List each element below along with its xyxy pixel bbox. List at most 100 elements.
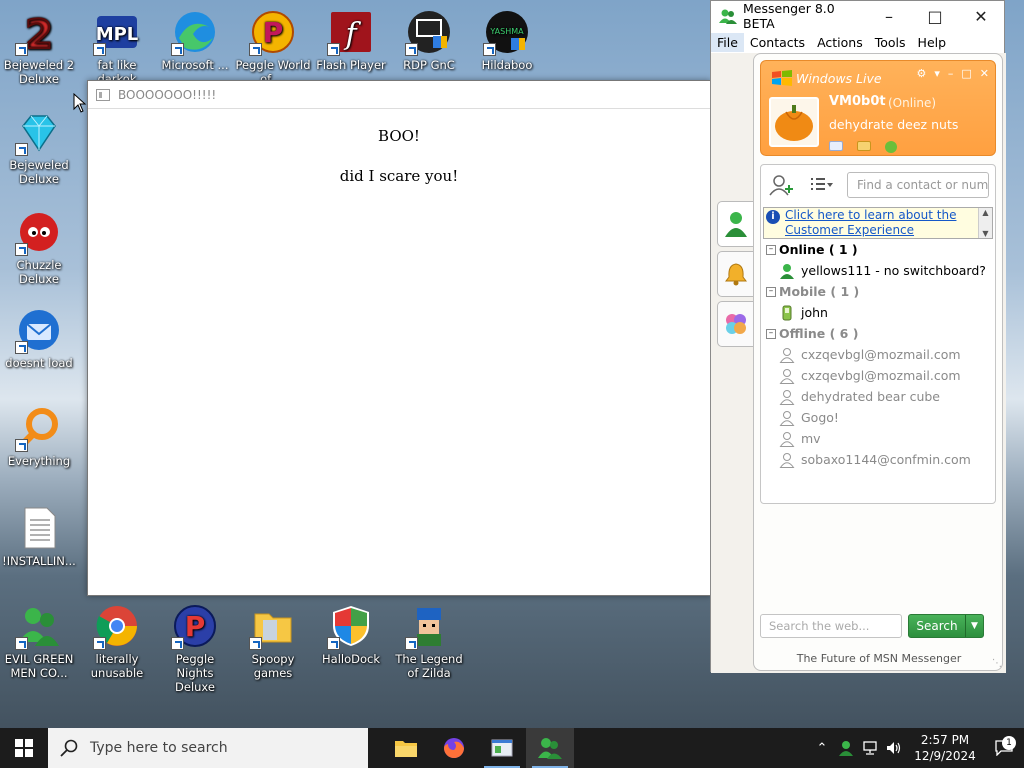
notification-center-button[interactable]: 1 <box>984 736 1024 756</box>
system-tray: ⌃ 2:57 PM 12/9/2024 1 <box>810 728 1024 768</box>
taskbar-search-box[interactable]: Type here to search <box>48 728 368 768</box>
contact-item[interactable]: mv <box>761 428 995 449</box>
chrome-icon <box>93 602 141 650</box>
contact-item[interactable]: Gogo! <box>761 407 995 428</box>
tab-alerts[interactable] <box>717 251 753 297</box>
desktop-icon-spoopy-games[interactable]: Spoopy games <box>235 602 311 680</box>
desktop-icon-chuzzle-deluxe[interactable]: Chuzzle Deluxe <box>1 208 77 286</box>
status-label[interactable]: (Online) <box>888 96 936 110</box>
desktop-icon-peggle-world[interactable]: P Peggle World of ... <box>235 8 311 86</box>
customer-experience-notice: i Click here to learn about the Customer… <box>763 207 993 239</box>
group-offline[interactable]: – Offline ( 6 ) <box>761 323 995 344</box>
collapse-icon[interactable]: – <box>766 328 776 339</box>
desktop-icon-literally-unusable[interactable]: literally unusable <box>79 602 155 680</box>
desktop-icon-flash-player[interactable]: f Flash Player <box>313 8 389 72</box>
menu-contacts[interactable]: Contacts <box>744 33 811 52</box>
offline-buddy-icon <box>779 410 795 426</box>
firefox-icon <box>444 738 464 758</box>
contact-item[interactable]: cxzqevbgl@mozmail.com <box>761 344 995 365</box>
info-icon: i <box>766 210 780 224</box>
web-search-input[interactable]: Search the web... <box>760 614 902 638</box>
desktop-icon-legend-of-zilda[interactable]: The Legend of Zilda <box>391 602 467 680</box>
messenger-tray-icon[interactable] <box>834 740 858 756</box>
boo-window[interactable]: BOOOOOOO!!!!! BOO! did I scare you! <box>87 80 711 596</box>
desktop-icon-evil-green-men[interactable]: EVIL GREEN MEN CO... <box>1 602 77 680</box>
taskbar-firefox[interactable] <box>430 728 478 768</box>
messenger-titlebar[interactable]: Messenger 8.0 BETA – □ ✕ <box>711 1 1004 31</box>
chevron-down-icon[interactable]: ▼ <box>965 615 983 637</box>
maximize-button[interactable]: □ <box>912 1 958 31</box>
menu-file[interactable]: File <box>711 32 744 52</box>
contact-item[interactable]: dehydrated bear cube <box>761 386 995 407</box>
minimize-button[interactable]: – <box>866 1 912 31</box>
menu-tools[interactable]: Tools <box>869 33 912 52</box>
shield-icon <box>327 602 375 650</box>
personal-message[interactable]: dehydrate deez nuts <box>829 117 958 132</box>
chuzzle-icon <box>15 208 63 256</box>
taskbar: Type here to search ⌃ 2:57 PM 12/9/2024 <box>0 728 1024 768</box>
menu-help[interactable]: Help <box>912 33 953 52</box>
xbox-icon[interactable] <box>885 141 897 153</box>
contact-item[interactable]: sobaxo1144@confmin.com <box>761 449 995 470</box>
contact-item[interactable]: yellows111 - no switchboard? <box>761 260 995 281</box>
desktop-icon-bejeweled-deluxe[interactable]: Bejeweled Deluxe <box>1 108 77 186</box>
clock-time: 2:57 PM <box>920 733 970 747</box>
display-name[interactable]: VM0b0t <box>829 94 886 109</box>
desktop-icon-rdp-gnc[interactable]: RDP GnC <box>391 8 467 72</box>
taskbar-window-app[interactable] <box>478 728 526 768</box>
start-button[interactable] <box>0 728 48 768</box>
contact-search-input[interactable]: Find a contact or numbe <box>847 172 989 198</box>
notice-scrollbar[interactable]: ▲ ▼ <box>978 208 992 238</box>
collapse-icon[interactable]: – <box>766 286 776 297</box>
desktop-icon-microsoft-edge[interactable]: Microsoft ... <box>157 8 233 72</box>
desktop-icon-installing[interactable]: !INSTALLIN... <box>1 504 77 568</box>
contact-item[interactable]: john <box>761 302 995 323</box>
folder-icon[interactable] <box>857 141 871 151</box>
taskbar-file-explorer[interactable] <box>382 728 430 768</box>
chevron-down-icon[interactable]: ▾ <box>934 67 940 80</box>
desktop-icon-peggle-nights[interactable]: P Peggle Nights Deluxe <box>157 602 233 694</box>
mail-icon[interactable] <box>829 141 843 151</box>
collapse-icon[interactable]: – <box>766 244 776 255</box>
svg-text:P: P <box>185 610 206 643</box>
taskbar-messenger[interactable] <box>526 728 574 768</box>
volume-icon[interactable] <box>882 741 906 755</box>
contact-item[interactable]: cxzqevbgl@mozmail.com <box>761 365 995 386</box>
messenger-window[interactable]: Messenger 8.0 BETA – □ ✕ File Contacts A… <box>710 0 1006 673</box>
group-online[interactable]: – Online ( 1 ) <box>761 239 995 260</box>
spaces-butterfly-icon <box>725 314 746 334</box>
close-icon[interactable]: ✕ <box>980 67 989 80</box>
boo-window-titlebar[interactable]: BOOOOOOO!!!!! <box>88 81 710 109</box>
window-icon <box>96 88 110 101</box>
chevron-up-icon[interactable]: ⌃ <box>810 741 834 756</box>
desktop-icon-doesnt-load[interactable]: doesnt load <box>1 306 77 370</box>
clock[interactable]: 2:57 PM 12/9/2024 <box>906 732 984 764</box>
search-button[interactable]: Search ▼ <box>908 614 984 638</box>
list-view-icon[interactable] <box>809 176 833 194</box>
desktop-icon-fat-like-darkok[interactable]: MPL fat like darkok <box>79 8 155 86</box>
avatar[interactable] <box>769 97 819 147</box>
close-button[interactable]: ✕ <box>958 1 1004 31</box>
window-restore-icon[interactable]: □ <box>961 67 971 80</box>
customer-experience-link[interactable]: Click here to learn about the Customer E… <box>785 208 978 238</box>
web-search-bar: Search the web... Search ▼ <box>760 614 996 640</box>
svg-text:P: P <box>263 16 284 49</box>
tab-contacts[interactable] <box>717 201 753 247</box>
group-mobile[interactable]: – Mobile ( 1 ) <box>761 281 995 302</box>
profile-panel: Windows Live ⚙ ▾ – □ ✕ VM0b0t (Online) d… <box>760 60 996 156</box>
desktop-icon-hildaboo[interactable]: YASHMA Hildaboo <box>469 8 545 72</box>
offline-buddy-icon <box>779 368 795 384</box>
resize-grip-icon[interactable]: ⋱ <box>992 658 1002 669</box>
window-minimize-icon[interactable]: – <box>948 67 954 80</box>
bell-icon <box>724 263 747 286</box>
desktop-icon-everything[interactable]: Everything <box>1 404 77 468</box>
menu-actions[interactable]: Actions <box>811 33 869 52</box>
rdp-icon <box>405 8 453 56</box>
add-contact-icon[interactable] <box>769 174 795 196</box>
profile-controls: ⚙ ▾ – □ ✕ <box>916 67 989 80</box>
desktop-icon-bejeweled2[interactable]: 2 Bejeweled 2 Deluxe <box>1 8 77 86</box>
network-icon[interactable] <box>858 741 882 755</box>
options-icon[interactable]: ⚙ <box>916 67 926 80</box>
tab-spaces[interactable] <box>717 301 753 347</box>
desktop-icon-hallodock[interactable]: HalloDock <box>313 602 389 666</box>
